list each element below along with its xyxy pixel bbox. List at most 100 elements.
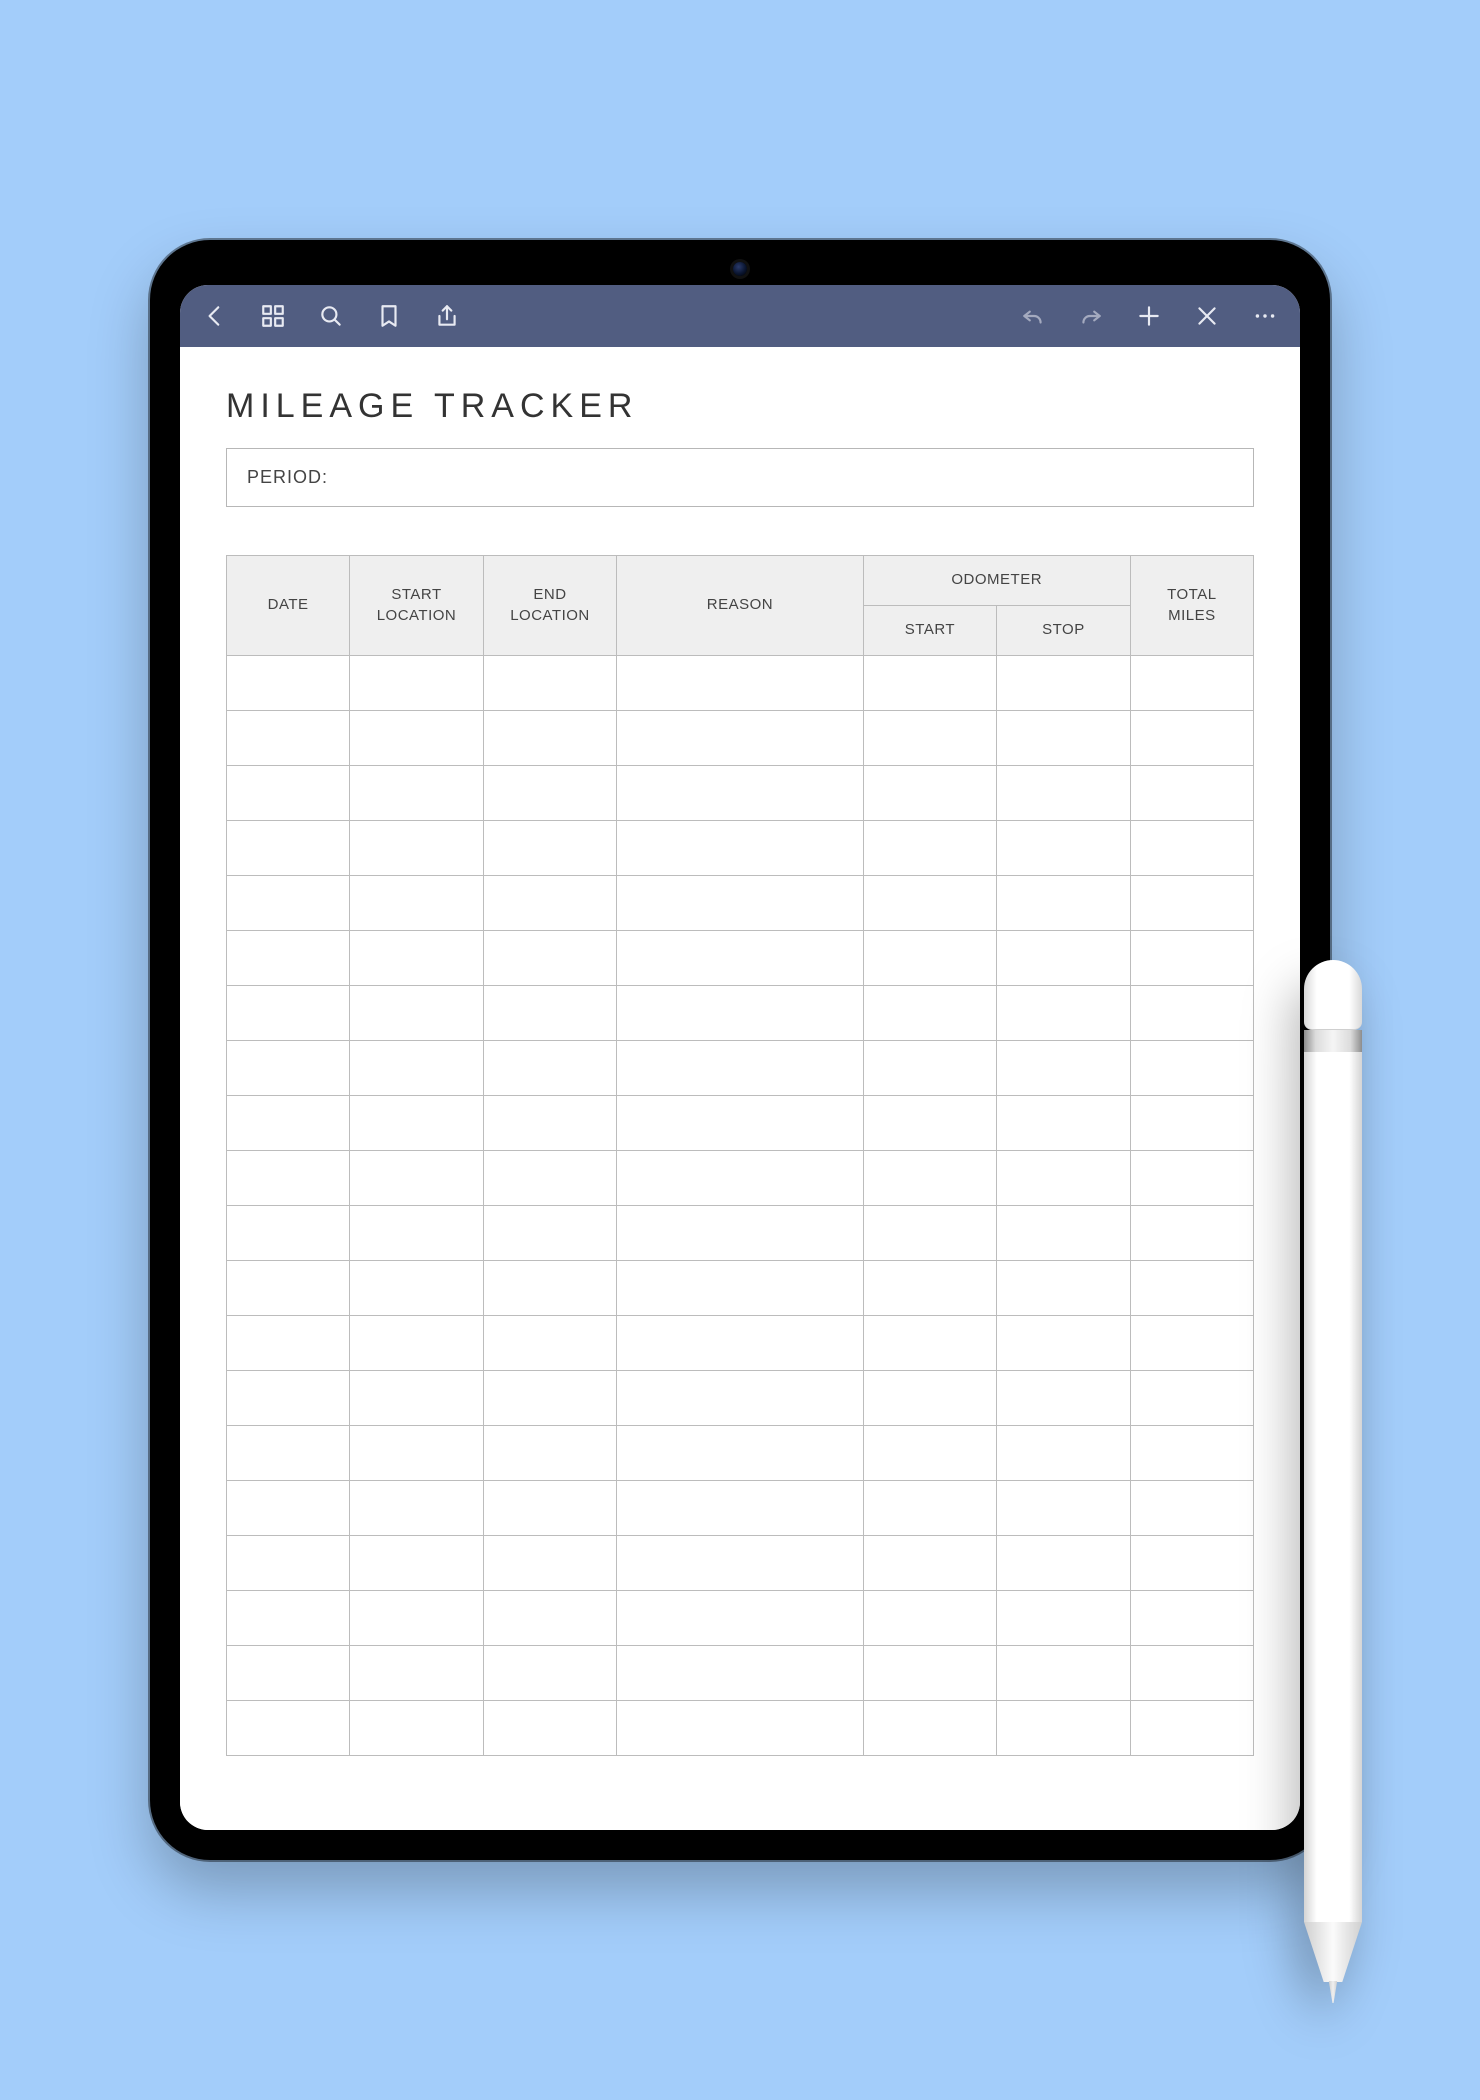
cell-total_miles[interactable] bbox=[1130, 1316, 1253, 1371]
cell-reason[interactable] bbox=[617, 1041, 863, 1096]
cell-total_miles[interactable] bbox=[1130, 711, 1253, 766]
cell-date[interactable] bbox=[227, 766, 350, 821]
cell-odo_start[interactable] bbox=[863, 931, 997, 986]
cell-date[interactable] bbox=[227, 1261, 350, 1316]
cell-total_miles[interactable] bbox=[1130, 1096, 1253, 1151]
cell-reason[interactable] bbox=[617, 1701, 863, 1756]
cell-reason[interactable] bbox=[617, 711, 863, 766]
cell-date[interactable] bbox=[227, 876, 350, 931]
cell-start_location[interactable] bbox=[350, 821, 484, 876]
cell-start_location[interactable] bbox=[350, 931, 484, 986]
cell-end_location[interactable] bbox=[483, 1426, 617, 1481]
cell-total_miles[interactable] bbox=[1130, 1261, 1253, 1316]
cell-total_miles[interactable] bbox=[1130, 656, 1253, 711]
cell-date[interactable] bbox=[227, 1206, 350, 1261]
cell-end_location[interactable] bbox=[483, 821, 617, 876]
cell-odo_start[interactable] bbox=[863, 1481, 997, 1536]
cell-odo_stop[interactable] bbox=[997, 986, 1131, 1041]
cell-reason[interactable] bbox=[617, 986, 863, 1041]
cell-total_miles[interactable] bbox=[1130, 986, 1253, 1041]
cell-total_miles[interactable] bbox=[1130, 1481, 1253, 1536]
cell-odo_stop[interactable] bbox=[997, 656, 1131, 711]
cell-date[interactable] bbox=[227, 1481, 350, 1536]
cell-total_miles[interactable] bbox=[1130, 1426, 1253, 1481]
cell-end_location[interactable] bbox=[483, 1646, 617, 1701]
cell-end_location[interactable] bbox=[483, 986, 617, 1041]
redo-icon[interactable] bbox=[1078, 303, 1104, 329]
cell-end_location[interactable] bbox=[483, 1371, 617, 1426]
undo-icon[interactable] bbox=[1020, 303, 1046, 329]
cell-start_location[interactable] bbox=[350, 986, 484, 1041]
cell-reason[interactable] bbox=[617, 1536, 863, 1591]
cell-total_miles[interactable] bbox=[1130, 1701, 1253, 1756]
cell-start_location[interactable] bbox=[350, 1096, 484, 1151]
cell-reason[interactable] bbox=[617, 1591, 863, 1646]
cell-odo_start[interactable] bbox=[863, 1701, 997, 1756]
cell-end_location[interactable] bbox=[483, 656, 617, 711]
cell-date[interactable] bbox=[227, 1536, 350, 1591]
cell-date[interactable] bbox=[227, 656, 350, 711]
cell-reason[interactable] bbox=[617, 656, 863, 711]
bookmark-icon[interactable] bbox=[376, 303, 402, 329]
cell-reason[interactable] bbox=[617, 821, 863, 876]
cell-odo_start[interactable] bbox=[863, 1426, 997, 1481]
cell-date[interactable] bbox=[227, 1151, 350, 1206]
cell-odo_start[interactable] bbox=[863, 1096, 997, 1151]
cell-end_location[interactable] bbox=[483, 766, 617, 821]
cell-odo_stop[interactable] bbox=[997, 1481, 1131, 1536]
cell-date[interactable] bbox=[227, 1316, 350, 1371]
cell-start_location[interactable] bbox=[350, 1701, 484, 1756]
cell-end_location[interactable] bbox=[483, 1041, 617, 1096]
cell-odo_stop[interactable] bbox=[997, 1371, 1131, 1426]
cell-odo_stop[interactable] bbox=[997, 1701, 1131, 1756]
cell-end_location[interactable] bbox=[483, 1151, 617, 1206]
cell-odo_start[interactable] bbox=[863, 821, 997, 876]
document-canvas[interactable]: MILEAGE TRACKER PERIOD: DATE STARTLOCATI… bbox=[180, 347, 1300, 1830]
cell-total_miles[interactable] bbox=[1130, 1151, 1253, 1206]
cell-end_location[interactable] bbox=[483, 1206, 617, 1261]
cell-start_location[interactable] bbox=[350, 1206, 484, 1261]
cell-end_location[interactable] bbox=[483, 1481, 617, 1536]
cell-odo_stop[interactable] bbox=[997, 1591, 1131, 1646]
cell-end_location[interactable] bbox=[483, 1701, 617, 1756]
cell-end_location[interactable] bbox=[483, 931, 617, 986]
cell-date[interactable] bbox=[227, 1591, 350, 1646]
cell-reason[interactable] bbox=[617, 931, 863, 986]
cell-odo_stop[interactable] bbox=[997, 766, 1131, 821]
cell-start_location[interactable] bbox=[350, 1591, 484, 1646]
cell-start_location[interactable] bbox=[350, 1426, 484, 1481]
grid-icon[interactable] bbox=[260, 303, 286, 329]
cell-total_miles[interactable] bbox=[1130, 1371, 1253, 1426]
share-icon[interactable] bbox=[434, 303, 460, 329]
cell-end_location[interactable] bbox=[483, 1096, 617, 1151]
cell-reason[interactable] bbox=[617, 1261, 863, 1316]
cell-total_miles[interactable] bbox=[1130, 1041, 1253, 1096]
close-icon[interactable] bbox=[1194, 303, 1220, 329]
cell-odo_start[interactable] bbox=[863, 1536, 997, 1591]
cell-date[interactable] bbox=[227, 711, 350, 766]
cell-total_miles[interactable] bbox=[1130, 931, 1253, 986]
cell-total_miles[interactable] bbox=[1130, 1646, 1253, 1701]
cell-odo_stop[interactable] bbox=[997, 876, 1131, 931]
cell-reason[interactable] bbox=[617, 1206, 863, 1261]
cell-odo_stop[interactable] bbox=[997, 1536, 1131, 1591]
cell-date[interactable] bbox=[227, 1426, 350, 1481]
cell-start_location[interactable] bbox=[350, 711, 484, 766]
cell-start_location[interactable] bbox=[350, 1151, 484, 1206]
cell-odo_stop[interactable] bbox=[997, 1151, 1131, 1206]
cell-reason[interactable] bbox=[617, 1426, 863, 1481]
more-icon[interactable] bbox=[1252, 303, 1278, 329]
cell-end_location[interactable] bbox=[483, 711, 617, 766]
cell-reason[interactable] bbox=[617, 1646, 863, 1701]
cell-odo_start[interactable] bbox=[863, 1591, 997, 1646]
cell-date[interactable] bbox=[227, 1646, 350, 1701]
cell-odo_stop[interactable] bbox=[997, 1206, 1131, 1261]
cell-odo_start[interactable] bbox=[863, 986, 997, 1041]
cell-date[interactable] bbox=[227, 931, 350, 986]
cell-odo_stop[interactable] bbox=[997, 1261, 1131, 1316]
cell-total_miles[interactable] bbox=[1130, 1536, 1253, 1591]
cell-odo_stop[interactable] bbox=[997, 711, 1131, 766]
back-icon[interactable] bbox=[202, 303, 228, 329]
cell-total_miles[interactable] bbox=[1130, 1591, 1253, 1646]
cell-reason[interactable] bbox=[617, 1371, 863, 1426]
